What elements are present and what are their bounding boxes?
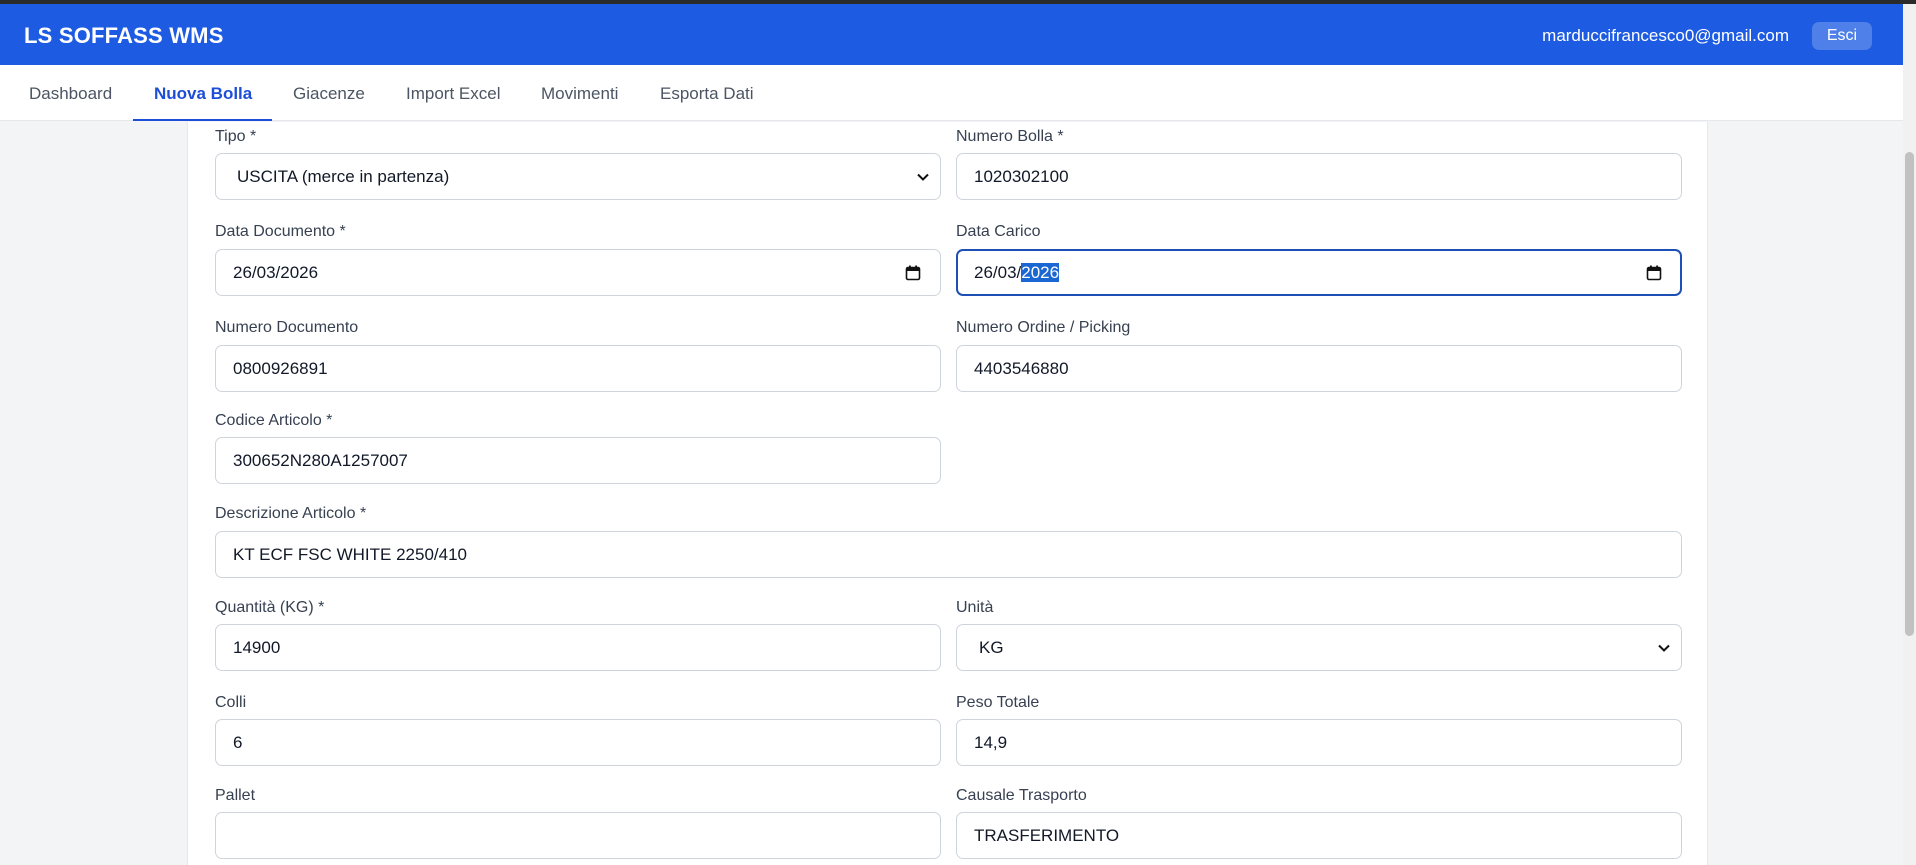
tab-dashboard[interactable]: Dashboard <box>29 65 112 121</box>
pallet-input[interactable] <box>215 812 941 859</box>
tipo-select[interactable]: USCITA (merce in partenza) <box>215 153 941 200</box>
numero-documento-input[interactable]: 0800926891 <box>215 345 941 392</box>
numero-documento-label: Numero Documento <box>215 319 359 336</box>
user-email: marduccifrancesco0@gmail.com <box>1542 26 1789 45</box>
tab-giacenze[interactable]: Giacenze <box>293 65 365 121</box>
causale-trasporto-label: Causale Trasporto <box>956 787 1087 804</box>
app-header: LS SOFFASS WMS marduccifrancesco0@gmail.… <box>0 4 1903 65</box>
colli-label: Colli <box>215 694 247 711</box>
peso-totale-input[interactable]: 14,9 <box>956 719 1682 766</box>
tab-esporta-dati[interactable]: Esporta Dati <box>660 65 754 121</box>
chevron-down-icon <box>914 154 932 199</box>
data-documento-label: Data Documento * <box>215 223 346 240</box>
data-documento-value: 26/03/2026 <box>233 263 319 282</box>
quantita-label: Quantità (KG) * <box>215 599 325 616</box>
data-carico-label: Data Carico <box>956 223 1041 240</box>
numero-ordine-input[interactable]: 4403546880 <box>956 345 1682 392</box>
data-carico-input[interactable]: 26/03/2026 <box>956 249 1682 296</box>
tipo-label: Tipo * <box>215 128 257 145</box>
calendar-icon[interactable] <box>904 250 922 295</box>
numero-ordine-label: Numero Ordine / Picking <box>956 319 1131 336</box>
numero-bolla-label: Numero Bolla * <box>956 128 1064 145</box>
causale-trasporto-input[interactable]: TRASFERIMENTO <box>956 812 1682 859</box>
tab-nuova-bolla[interactable]: Nuova Bolla <box>132 65 273 121</box>
chevron-down-icon <box>1655 625 1673 670</box>
app-title: LS SOFFASS WMS <box>24 23 224 48</box>
colli-input[interactable]: 6 <box>215 719 941 766</box>
codice-articolo-label: Codice Articolo * <box>215 412 333 429</box>
logout-button[interactable]: Esci <box>1812 22 1872 50</box>
nav-tabs: Dashboard Nuova Bolla Giacenze Import Ex… <box>0 65 1903 121</box>
tab-import-excel[interactable]: Import Excel <box>406 65 500 121</box>
data-documento-input[interactable]: 26/03/2026 <box>215 249 941 296</box>
unita-value: KG <box>979 638 1004 657</box>
quantita-input[interactable]: 14900 <box>215 624 941 671</box>
tipo-value: USCITA (merce in partenza) <box>237 167 450 186</box>
page-scrollbar[interactable] <box>1903 4 1916 865</box>
pallet-label: Pallet <box>215 787 256 804</box>
scrollbar-thumb[interactable] <box>1905 152 1914 636</box>
calendar-icon[interactable] <box>1645 251 1663 294</box>
data-carico-year-selected: 2026 <box>1021 263 1060 282</box>
tab-movimenti[interactable]: Movimenti <box>541 65 618 121</box>
unita-select[interactable]: KG <box>956 624 1682 671</box>
descrizione-articolo-input[interactable]: KT ECF FSC WHITE 2250/410 <box>215 531 1682 578</box>
peso-totale-label: Peso Totale <box>956 694 1040 711</box>
unita-label: Unità <box>956 599 994 616</box>
data-carico-value-prefix: 26/03/ <box>974 263 1022 282</box>
codice-articolo-input[interactable]: 300652N280A1257007 <box>215 437 941 484</box>
numero-bolla-input[interactable]: 1020302100 <box>956 153 1682 200</box>
descrizione-articolo-label: Descrizione Articolo * <box>215 505 367 522</box>
